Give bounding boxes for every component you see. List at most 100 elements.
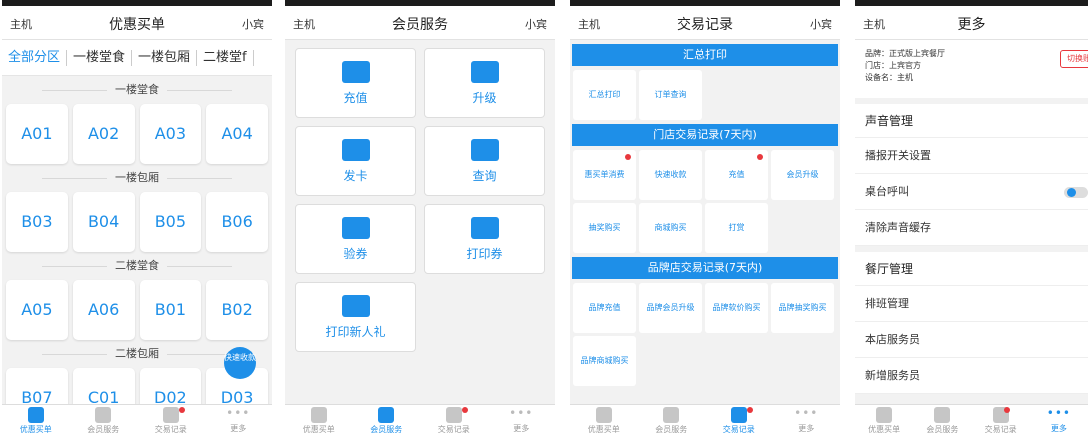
tab-records[interactable]: 交易记录: [137, 405, 205, 438]
member-icon: [378, 407, 395, 423]
tab-records[interactable]: 交易记录: [420, 405, 488, 438]
record-label: 充值: [728, 170, 745, 179]
record-item[interactable]: 快速收款: [639, 150, 702, 200]
record-item[interactable]: 品牌抽奖购买: [771, 283, 834, 333]
list-item[interactable]: 桌台呼叫: [855, 174, 1088, 210]
table-tile[interactable]: B01: [139, 280, 202, 340]
more-icon: •••: [509, 406, 534, 420]
tab-member[interactable]: 会员服务: [70, 405, 138, 438]
record-item[interactable]: 商城购买: [639, 203, 702, 253]
record-item[interactable]: 品牌充值: [573, 283, 636, 333]
tab-label: 优惠买单: [868, 425, 901, 434]
tab-label: 交易记录: [984, 425, 1017, 434]
table-tile[interactable]: A06: [72, 280, 135, 340]
record-item[interactable]: 品牌软价购买: [705, 283, 768, 333]
record-item[interactable]: 充值: [705, 150, 768, 200]
page-title: 优惠买单: [109, 17, 165, 33]
tab-more[interactable]: ••• 更多: [205, 405, 273, 438]
brand-text: 品牌：正式版上宾餐厅: [865, 49, 945, 58]
tab-more[interactable]: ••• 更多: [773, 405, 841, 438]
header: 主机 交易记录 小宾: [570, 6, 840, 40]
tab-all-zones[interactable]: 全部分区: [2, 49, 68, 66]
list-item[interactable]: 排班管理: [855, 286, 1088, 322]
record-item[interactable]: 品牌商城购买: [573, 336, 636, 386]
section-header: 二楼堂食: [2, 252, 272, 280]
table-tile[interactable]: B05: [139, 192, 202, 252]
yuan-icon: [876, 407, 893, 423]
upgrade-button[interactable]: 升级: [424, 48, 545, 118]
zone-tabs: 全部分区 一楼堂食 一楼包厢 二楼堂f: [2, 40, 272, 76]
issue-card-button[interactable]: 发卡: [295, 126, 416, 196]
print-coupon-button[interactable]: 打印券: [424, 204, 545, 274]
records-icon: [162, 407, 179, 423]
recharge-button[interactable]: 充值: [295, 48, 416, 118]
screen-records: 主机 交易记录 小宾 汇总打印 汇总打印 订单查询 门店交易记录(7天内) 惠买…: [570, 0, 840, 438]
tab-zone[interactable]: 二楼堂f: [197, 49, 254, 66]
tab-label: 交易记录: [437, 425, 470, 434]
page-title: 会员服务: [392, 17, 448, 33]
card-label: 查询: [472, 169, 497, 183]
table-tile[interactable]: B04: [72, 192, 135, 252]
list-item[interactable]: 播报开关设置: [855, 138, 1088, 174]
op-grid: 品牌充值 品牌会员升级 品牌软价购买 品牌抽奖购买 品牌商城购买: [570, 279, 840, 390]
tab-zone[interactable]: 一楼堂食: [67, 49, 133, 66]
list-item[interactable]: 本店服务员: [855, 322, 1088, 358]
tab-label: 交易记录: [722, 425, 755, 434]
tab-more[interactable]: ••• 更多: [1030, 405, 1088, 438]
user-name: 小宾: [810, 18, 832, 31]
table-tile[interactable]: B06: [206, 192, 268, 252]
tab-checkout[interactable]: 优惠买单: [2, 405, 70, 438]
tab-checkout[interactable]: 优惠买单: [855, 405, 913, 438]
table-row: A01 A02 A03 A04: [2, 104, 272, 164]
table-tile[interactable]: A03: [139, 104, 202, 164]
card-icon: [341, 61, 370, 83]
group-header: 门店交易记录(7天内): [572, 124, 838, 146]
op-grid: 惠买单消费 快速收款 充值 会员升级 抽奖购买 商城购买 打赏: [570, 146, 840, 257]
tab-more[interactable]: ••• 更多: [488, 405, 556, 438]
tab-zone[interactable]: 一楼包厢: [132, 49, 198, 66]
member-icon: [663, 407, 680, 423]
table-tile[interactable]: A04: [206, 104, 268, 164]
record-item[interactable]: 惠买单消费: [573, 150, 636, 200]
section-title: 二楼包厢: [107, 347, 167, 360]
tab-records[interactable]: 交易记录: [705, 405, 773, 438]
yuan-icon: [27, 407, 44, 423]
tab-records[interactable]: 交易记录: [972, 405, 1030, 438]
record-item[interactable]: 品牌会员升级: [639, 283, 702, 333]
tab-member[interactable]: 会员服务: [638, 405, 706, 438]
record-item[interactable]: 会员升级: [771, 150, 834, 200]
member-icon: [934, 407, 951, 423]
users-icon: [470, 139, 499, 161]
table-row: A05 A06 B01 B02: [2, 280, 272, 340]
tab-member[interactable]: 会员服务: [913, 405, 971, 438]
section-title: 一楼包厢: [107, 171, 167, 184]
tab-checkout[interactable]: 优惠买单: [570, 405, 638, 438]
notification-dot: [746, 407, 753, 413]
quick-pay-button[interactable]: 快速收款: [224, 347, 256, 379]
record-item[interactable]: 抽奖购买: [573, 203, 636, 253]
table-tile[interactable]: A05: [6, 280, 68, 340]
list-item[interactable]: 新增服务员: [855, 358, 1088, 394]
tab-bar: 优惠买单 会员服务 交易记录 ••• 更多: [2, 404, 272, 438]
table-call-toggle[interactable]: [1064, 187, 1088, 198]
tab-checkout[interactable]: 优惠买单: [285, 405, 353, 438]
table-row: B03 B04 B05 B06: [2, 192, 272, 252]
table-tile[interactable]: B03: [6, 192, 68, 252]
table-tile[interactable]: B02: [206, 280, 268, 340]
record-item[interactable]: 打赏: [705, 203, 768, 253]
table-tile[interactable]: A01: [6, 104, 68, 164]
verify-coupon-button[interactable]: 验券: [295, 204, 416, 274]
order-query-button[interactable]: 订单查询: [639, 70, 702, 120]
notification-dot: [178, 407, 185, 413]
switch-account-button[interactable]: 切换账: [1060, 50, 1088, 68]
member-icon: [95, 407, 112, 423]
tab-member[interactable]: 会员服务: [353, 405, 421, 438]
summary-print-button[interactable]: 汇总打印: [573, 70, 636, 120]
print-newbie-gift-button[interactable]: 打印新人礼: [295, 282, 416, 352]
query-button[interactable]: 查询: [424, 126, 545, 196]
group-header: 汇总打印: [572, 44, 838, 66]
user-name: 小宾: [242, 18, 264, 31]
list-item[interactable]: 清除声音缓存: [855, 210, 1088, 246]
store-text: 门店：上宾官方: [865, 61, 921, 70]
table-tile[interactable]: A02: [72, 104, 135, 164]
